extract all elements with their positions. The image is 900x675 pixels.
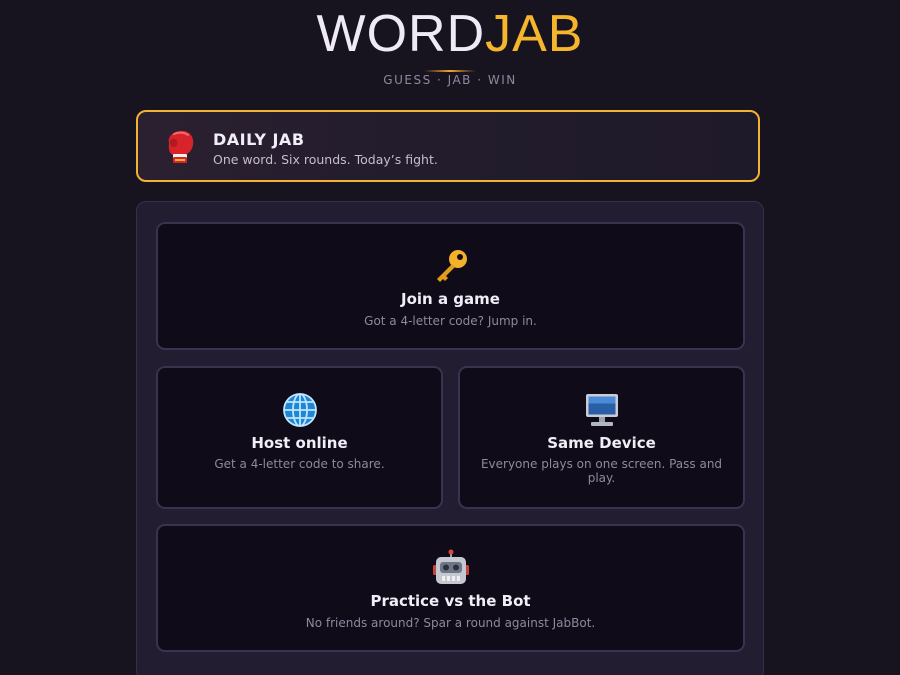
- join-game-button[interactable]: Join a game Got a 4-letter code? Jump in…: [156, 222, 745, 350]
- logo: WORDJAB: [0, 6, 900, 62]
- daily-jab-subtitle: One word. Six rounds. Today’s fight.: [213, 152, 438, 167]
- game-modes-panel: Join a game Got a 4-letter code? Jump in…: [136, 201, 764, 675]
- host-online-button[interactable]: Host online Get a 4-letter code to share…: [156, 366, 443, 509]
- join-game-subtitle: Got a 4-letter code? Jump in.: [364, 314, 537, 328]
- same-device-title: Same Device: [547, 434, 656, 452]
- globe-icon: [282, 393, 317, 427]
- logo-word-jab: JAB: [485, 5, 584, 63]
- home-screen: WORDJAB GUESS · JAB · WIN DAILY JAB One …: [0, 0, 900, 675]
- logo-word-word: WORD: [316, 5, 486, 63]
- host-online-title: Host online: [251, 434, 348, 452]
- boxing-glove-icon: [168, 130, 194, 163]
- join-game-title: Join a game: [401, 290, 500, 308]
- daily-jab-button[interactable]: DAILY JAB One word. Six rounds. Today’s …: [136, 110, 760, 182]
- practice-bot-title: Practice vs the Bot: [370, 592, 531, 610]
- same-device-button[interactable]: Same Device Everyone plays on one screen…: [458, 366, 745, 509]
- key-icon: [436, 250, 467, 282]
- desktop-computer-icon: [585, 394, 618, 426]
- robot-icon: [432, 549, 469, 584]
- host-online-subtitle: Get a 4-letter code to share.: [214, 457, 385, 471]
- same-device-subtitle: Everyone plays on one screen. Pass and p…: [480, 457, 723, 485]
- tagline: GUESS · JAB · WIN: [383, 73, 517, 87]
- practice-bot-button[interactable]: Practice vs the Bot No friends around? S…: [156, 524, 745, 652]
- practice-bot-subtitle: No friends around? Spar a round against …: [305, 616, 596, 630]
- daily-jab-title: DAILY JAB: [213, 130, 305, 149]
